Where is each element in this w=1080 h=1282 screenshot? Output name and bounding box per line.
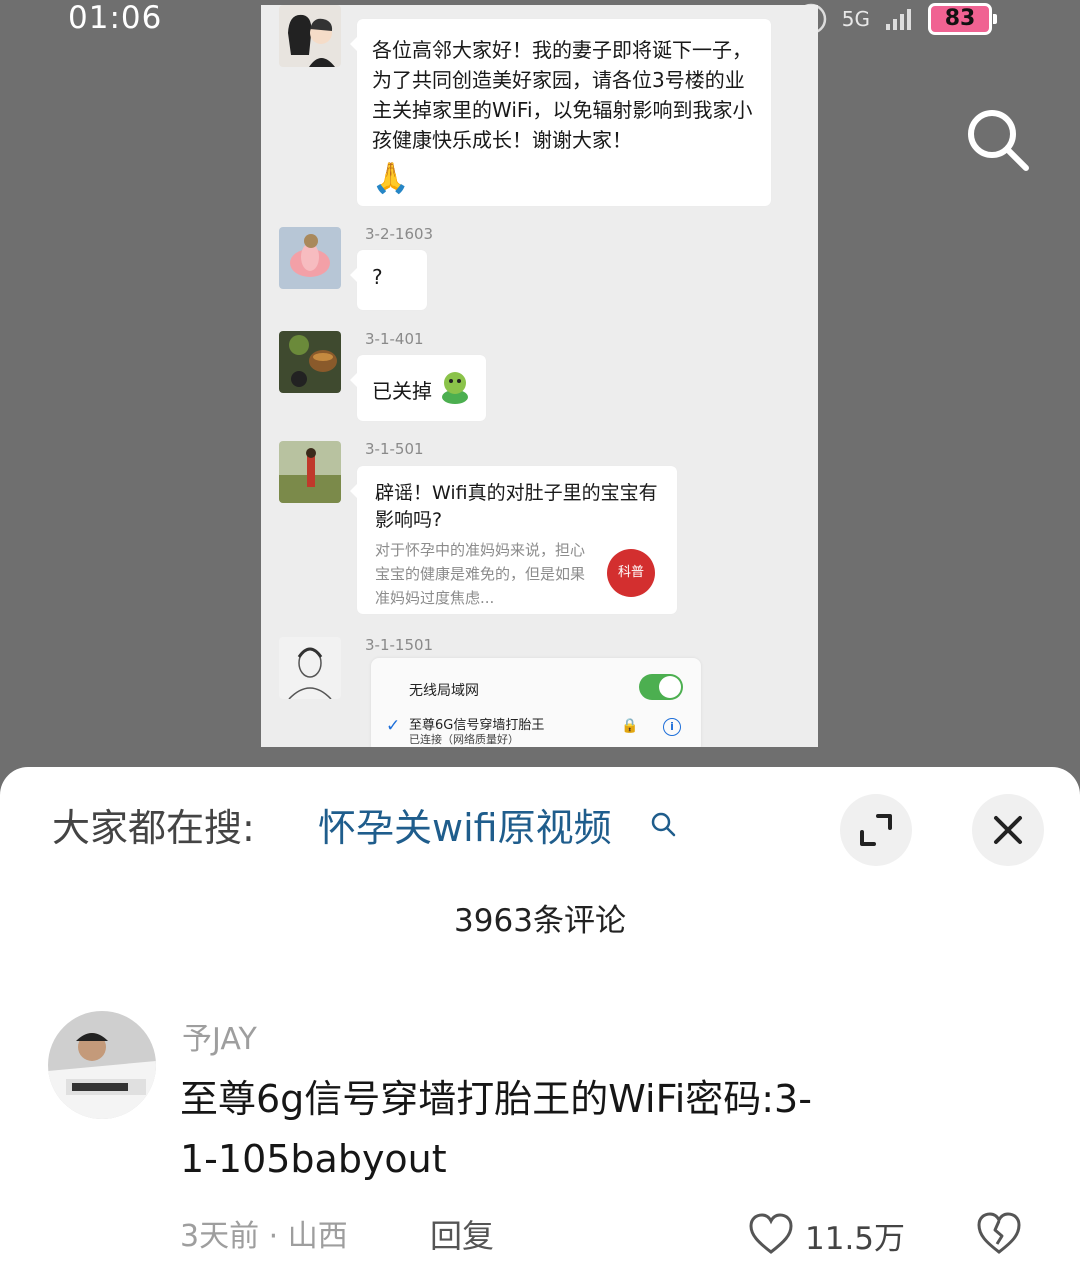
wifi-settings-screenshot: 无线局域网 ✓ 至尊6G信号穿墙打胎王 已连接（网络质量好） 🔒 i bbox=[371, 658, 701, 747]
like-count: 11.5万 bbox=[805, 1221, 906, 1257]
search-suggest-link[interactable]: 怀孕关wifi原视频 bbox=[318, 797, 612, 852]
message-bubble: 已关掉 bbox=[350, 355, 486, 421]
wifi-label: 无线局域网 bbox=[409, 683, 479, 699]
expand-button[interactable] bbox=[840, 794, 912, 866]
comment-count: 3963条评论 bbox=[454, 903, 626, 939]
pray-emoji: 🙏 bbox=[372, 161, 410, 196]
status-time: 01:06 bbox=[68, 0, 163, 36]
comment-meta: 3天前 · 山西 bbox=[180, 1219, 348, 1254]
avatar[interactable] bbox=[48, 1011, 156, 1119]
search-suggest-prefix: 大家都在搜: bbox=[52, 806, 255, 850]
info-icon: i bbox=[663, 718, 681, 736]
comment-username[interactable]: 予JAY bbox=[182, 1014, 257, 1058]
network-status: 已连接（网络质量好） bbox=[409, 733, 519, 746]
message-text: ? bbox=[372, 265, 383, 289]
message-bubble: 各位高邻大家好！我的妻子即将诞下一子，为了共同创造美好家园，请各位3号楼的业主关… bbox=[350, 19, 771, 206]
message-bubble: ? bbox=[350, 250, 427, 310]
search-icon[interactable] bbox=[650, 811, 676, 837]
pea-emoji-icon bbox=[442, 372, 468, 404]
science-badge: 科普 bbox=[607, 549, 655, 597]
search-icon[interactable] bbox=[962, 104, 1032, 174]
comment-text: 至尊6g信号穿墙打胎王的WiFi密码:3-1-105babyout bbox=[180, 1077, 812, 1181]
broken-heart-icon[interactable] bbox=[975, 1210, 1023, 1258]
close-icon bbox=[994, 816, 1022, 844]
close-button[interactable] bbox=[972, 794, 1044, 866]
expand-icon bbox=[860, 814, 892, 846]
reply-button[interactable]: 回复 bbox=[430, 1211, 494, 1257]
signal-bars-icon bbox=[886, 9, 911, 30]
avatar bbox=[279, 637, 341, 699]
comment-panel: 大家都在搜: 怀孕关wifi原视频 3963条评论 予JAY 至尊6g信号穿墙打… bbox=[0, 767, 1080, 1282]
message-text: 各位高邻大家好！我的妻子即将诞下一子，为了共同创造美好家园，请各位3号楼的业主关… bbox=[372, 38, 753, 152]
article-description: 对于怀孕中的准妈妈来说，担心宝宝的健康是难免的，但是如果准妈妈过度焦虑... bbox=[375, 541, 586, 607]
signal-indicator: 5G bbox=[841, 7, 870, 31]
avatar bbox=[279, 5, 341, 67]
sender-name: 3-1-1501 bbox=[365, 636, 434, 654]
article-card: 辟谣！Wifi真的对肚子里的宝宝有影响吗? 对于怀孕中的准妈妈来说，担心宝宝的健… bbox=[350, 466, 677, 614]
sender-name: 3-1-401 bbox=[365, 330, 424, 348]
sender-name: 3-2-1603 bbox=[365, 225, 434, 243]
chat-screenshot: 各位高邻大家好！我的妻子即将诞下一子，为了共同创造美好家园，请各位3号楼的业主关… bbox=[261, 5, 818, 747]
checkmark-icon: ✓ bbox=[386, 716, 401, 736]
avatar bbox=[279, 331, 341, 393]
sender-name: 3-1-501 bbox=[365, 440, 424, 458]
message-text: 已关掉 bbox=[372, 379, 432, 403]
avatar bbox=[279, 441, 341, 503]
article-title: 辟谣！Wifi真的对肚子里的宝宝有影响吗? bbox=[375, 482, 658, 531]
lock-wifi-icons: 🔒 bbox=[621, 718, 643, 734]
heart-icon[interactable] bbox=[748, 1212, 794, 1258]
battery-indicator: 83 bbox=[928, 3, 997, 35]
avatar bbox=[279, 227, 341, 289]
wifi-toggle bbox=[639, 674, 683, 700]
